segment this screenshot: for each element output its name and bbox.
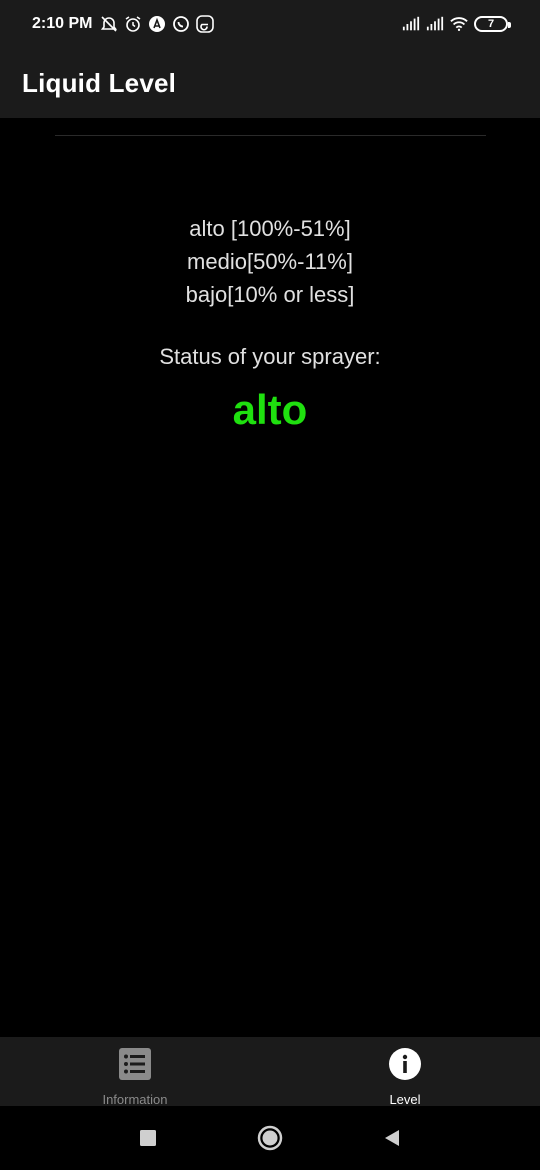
nav-label-information: Information: [102, 1092, 168, 1107]
battery-level: 7: [487, 18, 495, 30]
back-button[interactable]: [376, 1122, 408, 1154]
status-time: 2:10 PM: [32, 15, 93, 32]
signal-2-icon: [426, 15, 444, 33]
divider: [55, 135, 486, 136]
nav-label-level: Level: [389, 1092, 421, 1107]
nav-item-information[interactable]: Information: [0, 1037, 270, 1107]
legend-bajo: bajo[10% or less]: [185, 282, 355, 307]
status-right-icons: 7: [402, 15, 511, 33]
recents-button[interactable]: [132, 1122, 164, 1154]
level-legend: alto [100%-51%] medio[50%-11%] bajo[10% …: [0, 212, 540, 311]
circle-icon: [257, 1125, 283, 1151]
e-app-icon: [196, 15, 215, 33]
nav-item-level[interactable]: Level: [270, 1037, 540, 1107]
status-bar: 2:10 PM 7: [0, 0, 540, 48]
battery-icon: 7: [474, 16, 511, 32]
app-bar: Liquid Level: [0, 48, 540, 118]
triangle-back-icon: [385, 1130, 399, 1146]
square-icon: [140, 1130, 156, 1146]
signal-1-icon: [402, 15, 420, 33]
home-button[interactable]: [254, 1122, 286, 1154]
wifi-icon: [450, 15, 468, 33]
page-title: Liquid Level: [22, 67, 177, 98]
list-icon: [118, 1047, 152, 1086]
alarm-clock-icon: [124, 15, 142, 33]
legend-alto: alto [100%-51%]: [189, 216, 351, 241]
system-nav: [0, 1106, 540, 1170]
status-value: alto: [232, 386, 308, 433]
legend-medio: medio[50%-11%]: [187, 249, 353, 274]
whatsapp-icon: [172, 15, 190, 33]
status-left-icons: [100, 15, 215, 33]
status-label: Status of your sprayer:: [159, 344, 381, 369]
app-a-icon: [148, 15, 166, 33]
info-icon: [388, 1047, 422, 1086]
alarm-off-icon: [100, 15, 118, 33]
bottom-nav: Information Level: [0, 1037, 540, 1107]
